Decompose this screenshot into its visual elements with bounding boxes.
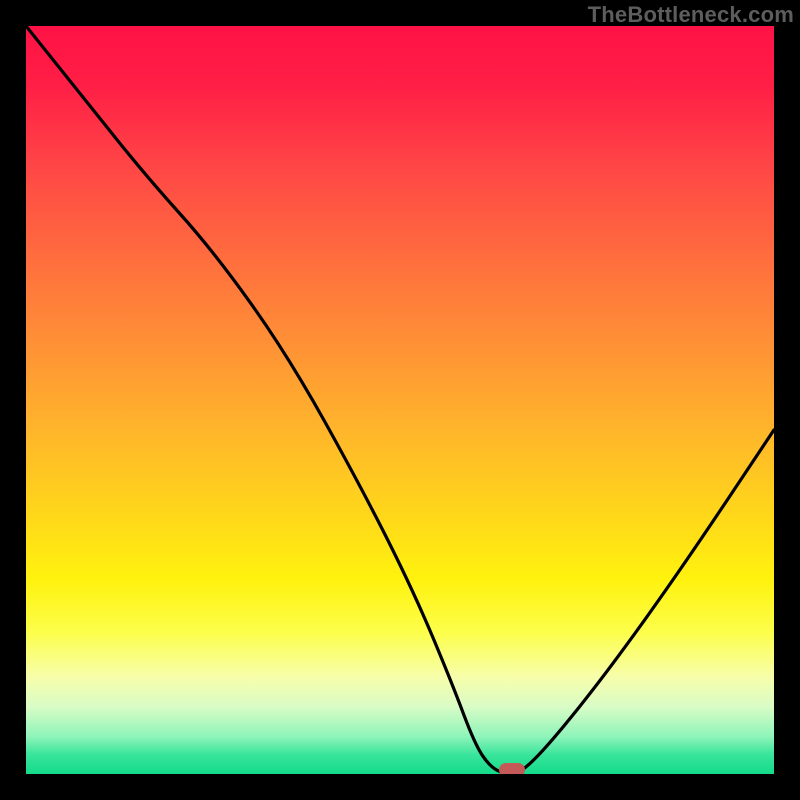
bottleneck-curve (26, 26, 774, 774)
optimal-point-marker (499, 763, 525, 774)
plot-background-gradient (26, 26, 774, 774)
chart-frame: TheBottleneck.com (0, 0, 800, 800)
watermark-text: TheBottleneck.com (588, 2, 794, 28)
